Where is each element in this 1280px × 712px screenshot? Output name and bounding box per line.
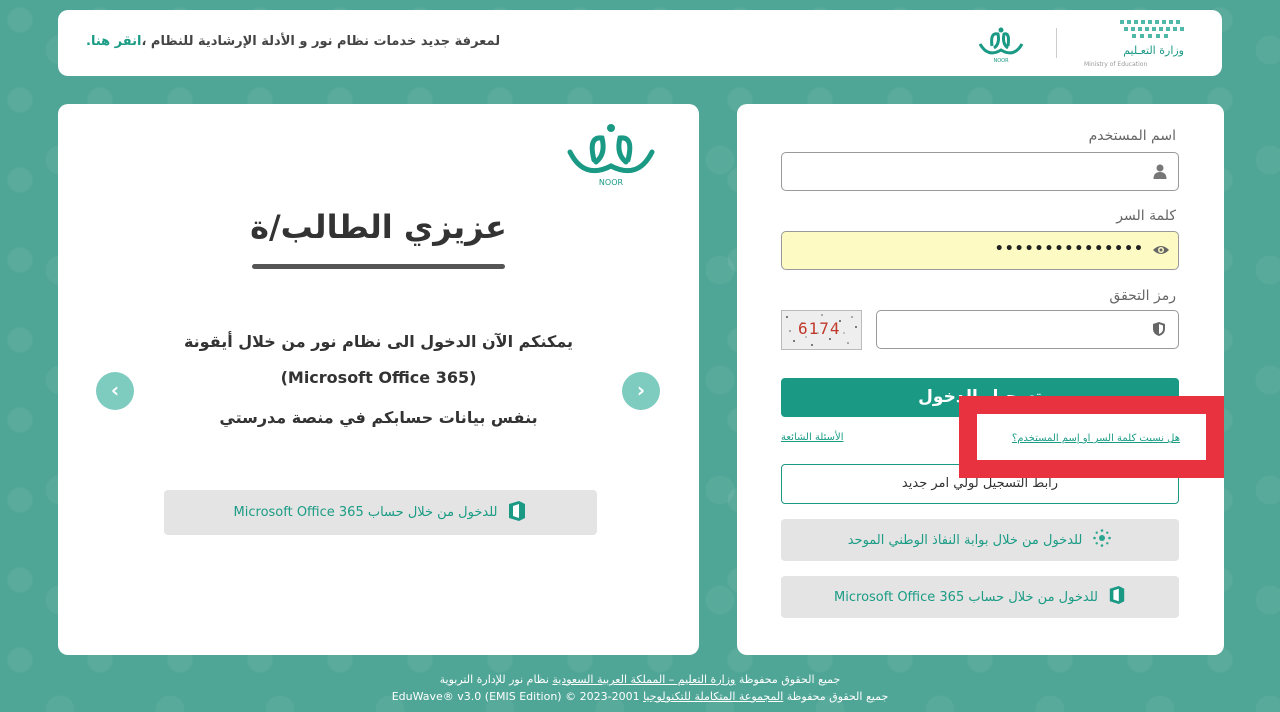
- username-label: اسم المستخدم: [1088, 128, 1176, 144]
- footer-line2-prefix: جميع الحقوق محفوظة: [786, 690, 889, 703]
- footer-line2-suffix: 2001-2023 © EduWave® v3.0 (EMIS Edition): [391, 690, 640, 703]
- footer-line-2: جميع الحقوق محفوظة المجموعة المتكاملة لل…: [0, 690, 1280, 703]
- nafath-login-button[interactable]: للدخول من خلال بوابة النفاذ الوطني الموح…: [781, 519, 1179, 561]
- header-divider: [1056, 28, 1057, 58]
- office365-login-button-left[interactable]: للدخول من خلال حساب Microsoft Office 365: [164, 490, 597, 535]
- office365-login-button[interactable]: للدخول من خلال حساب Microsoft Office 365: [781, 576, 1179, 618]
- notice-click-here-link[interactable]: انقر هنا.: [86, 34, 141, 49]
- carousel-next-button[interactable]: ›: [622, 372, 660, 410]
- greeting-underline: [252, 264, 505, 269]
- footer-ministry-link[interactable]: وزارة التعليم – المملكة العربية السعودية: [552, 673, 735, 686]
- footer-line-1: جميع الحقوق محفوظة وزارة التعليم – الممل…: [0, 673, 1280, 686]
- greeting-heading: عزيزي الطالب/ة: [250, 208, 507, 246]
- footer-line1-prefix: جميع الحقوق محفوظة: [738, 673, 841, 686]
- captcha-input[interactable]: [876, 310, 1179, 349]
- office-icon: [1108, 585, 1126, 609]
- ministry-logo: وزارة التعـليم Ministry of Education: [1080, 18, 1190, 70]
- message-line-2: (Microsoft Office 365): [280, 368, 477, 387]
- noor-small-logo: NOOR: [974, 24, 1028, 64]
- office365-login-label: للدخول من خلال حساب Microsoft Office 365: [834, 589, 1098, 605]
- footer-line1-suffix: نظام نور للإدارة التربوية: [439, 673, 549, 686]
- message-line-3: بنفس بيانات حسابكم في منصة مدرستي: [219, 408, 538, 427]
- login-panel: اسم المستخدم كلمة السر ••••••••••••••• ر…: [737, 104, 1224, 655]
- message-line-1: يمكنكم الآن الدخول الى نظام نور من خلال …: [183, 332, 574, 351]
- noor-logo-text: NOOR: [599, 178, 624, 187]
- noor-small-logo-text: NOOR: [993, 58, 1009, 64]
- password-masked-value: •••••••••••••••: [994, 241, 1144, 257]
- nafath-icon: [1092, 528, 1112, 552]
- forgot-password-link[interactable]: هل نسيت كلمة السر او إسم المستخدم؟: [1012, 433, 1180, 444]
- username-input[interactable]: [781, 152, 1179, 191]
- carousel-prev-button[interactable]: ‹: [96, 372, 134, 410]
- captcha-label: رمز التحقق: [1109, 288, 1176, 304]
- noor-logo: NOOR: [566, 122, 656, 188]
- announcement-panel: NOOR عزيزي الطالب/ة يمكنكم الآن الدخول ا…: [58, 104, 699, 655]
- captcha-image: 6174: [781, 310, 862, 350]
- ministry-logo-english: Ministry of Education: [1084, 61, 1147, 68]
- office365-login-label-left: للدخول من خلال حساب Microsoft Office 365: [233, 505, 498, 520]
- password-input[interactable]: •••••••••••••••: [781, 231, 1179, 270]
- shield-icon: [1152, 321, 1168, 337]
- nafath-login-label: للدخول من خلال بوابة النفاذ الوطني الموح…: [847, 532, 1083, 548]
- top-header-bar: لمعرفة جديد خدمات نظام نور و الأدلة الإر…: [58, 10, 1222, 76]
- user-icon: [1152, 163, 1168, 179]
- office-icon: [507, 500, 527, 526]
- faq-link[interactable]: الأسئلة الشائعة: [781, 432, 844, 443]
- captcha-text: 6174: [798, 319, 841, 338]
- ministry-logo-arabic: وزارة التعـليم: [1123, 44, 1184, 57]
- eye-icon[interactable]: [1152, 242, 1169, 258]
- notice-text: لمعرفة جديد خدمات نظام نور و الأدلة الإر…: [141, 34, 501, 49]
- password-label: كلمة السر: [1116, 208, 1176, 224]
- footer-itg-link[interactable]: المجموعة المتكاملة للتكنولوجيا: [643, 690, 783, 703]
- notice-banner: لمعرفة جديد خدمات نظام نور و الأدلة الإر…: [86, 34, 500, 49]
